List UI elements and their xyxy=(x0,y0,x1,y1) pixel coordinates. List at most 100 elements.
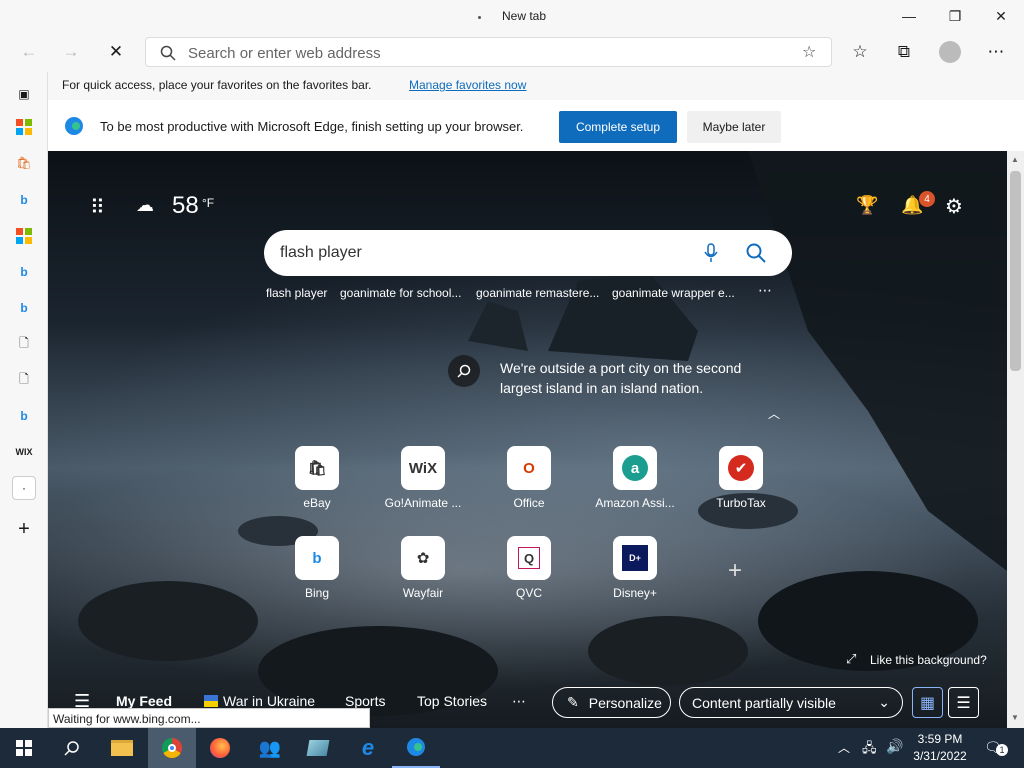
collections-button[interactable]: ⧉ xyxy=(889,38,919,66)
volume-icon[interactable]: 🔊 xyxy=(886,738,903,755)
weather-temperature[interactable]: 58 xyxy=(172,192,199,220)
personalize-button[interactable]: ✎ Personalize xyxy=(552,687,671,718)
search-suggestion[interactable]: goanimate for school... xyxy=(340,286,461,300)
bing-icon[interactable]: b xyxy=(12,296,36,320)
shortcut-tile[interactable]: Q QVC xyxy=(483,536,575,616)
loading-dot-icon xyxy=(478,16,481,19)
office-icon: O xyxy=(507,446,551,490)
apps-grid-icon[interactable]: ⠿ xyxy=(90,195,105,220)
shortcut-tile[interactable]: ✔ TurboTax xyxy=(695,446,787,526)
stop-loading-button[interactable]: ✕ xyxy=(101,38,131,66)
restore-button[interactable]: ❐ xyxy=(932,0,978,32)
amazon-icon: a xyxy=(613,446,657,490)
search-icon[interactable] xyxy=(48,728,96,768)
bing-icon[interactable]: b xyxy=(12,188,36,212)
search-suggestion[interactable]: goanimate remastere... xyxy=(476,286,599,300)
ukraine-flag-icon xyxy=(204,695,218,707)
shortcut-label: Amazon Assi... xyxy=(595,496,675,510)
tab-sports[interactable]: Sports xyxy=(345,693,385,709)
content-visibility-dropdown[interactable]: Content partially visible ⌄ xyxy=(679,687,903,718)
favorites-button[interactable]: ☆ xyxy=(845,38,875,66)
people-icon[interactable]: 👥 xyxy=(246,728,294,768)
search-suggestion[interactable]: goanimate wrapper e... xyxy=(612,286,735,300)
start-button[interactable] xyxy=(0,728,48,768)
shortcut-tile[interactable]: a Amazon Assi... xyxy=(589,446,681,526)
bing-icon[interactable]: b xyxy=(12,404,36,428)
microsoft-icon[interactable] xyxy=(12,115,36,139)
search-submit-icon[interactable] xyxy=(746,243,766,263)
firefox-icon[interactable] xyxy=(196,728,244,768)
add-shortcut-icon[interactable]: + xyxy=(728,557,742,585)
tab-top-stories[interactable]: Top Stories xyxy=(417,693,487,709)
list-layout-icon[interactable]: ☰ xyxy=(948,687,979,718)
shortcut-label: Bing xyxy=(304,586,330,600)
taskbar: 👥 e ︿ 🖧 🔊 3:59 PM 3/31/2022 🗨 1 xyxy=(0,728,1024,768)
clock-date[interactable]: 3/31/2022 xyxy=(910,749,970,763)
microsoft-icon[interactable] xyxy=(12,224,36,248)
add-icon[interactable]: + xyxy=(12,517,36,541)
tab-my-feed[interactable]: My Feed xyxy=(116,693,172,709)
grid-layout-icon[interactable]: ▦ xyxy=(912,687,943,718)
search-input[interactable]: flash player xyxy=(280,244,362,262)
search-suggestion[interactable]: flash player xyxy=(266,286,327,300)
shortcut-label: Go!Animate ... xyxy=(384,496,462,510)
page-icon[interactable]: 🗋 xyxy=(12,368,36,392)
address-input[interactable]: Search or enter web address xyxy=(188,45,381,62)
wix-icon[interactable]: WIX xyxy=(12,440,36,464)
setup-message: To be most productive with Microsoft Edg… xyxy=(100,119,524,134)
network-icon[interactable]: 🖧 xyxy=(862,739,877,761)
scrollbar-thumb[interactable] xyxy=(1010,171,1021,371)
close-button[interactable]: ✕ xyxy=(978,0,1024,32)
like-background-link[interactable]: Like this background? xyxy=(870,653,987,667)
disney-icon: D+ xyxy=(613,536,657,580)
app-icon[interactable] xyxy=(294,728,342,768)
scroll-up-icon[interactable]: ▲ xyxy=(1011,155,1019,164)
chrome-icon[interactable] xyxy=(148,728,196,768)
shopping-bag-icon[interactable]: 🛍 xyxy=(12,151,36,175)
tab-war-in-ukraine[interactable]: War in Ukraine xyxy=(223,693,315,709)
collapse-chevron-icon[interactable]: ︿ xyxy=(768,405,780,422)
expand-icon[interactable]: ⤢ xyxy=(846,651,856,667)
settings-gear-icon[interactable]: ⚙ xyxy=(945,194,963,219)
forward-button[interactable]: → xyxy=(56,38,86,66)
internet-explorer-icon[interactable]: e xyxy=(344,728,392,768)
page-icon[interactable]: 🗋 xyxy=(12,332,36,356)
back-button[interactable]: ← xyxy=(14,38,44,66)
tab-title[interactable]: New tab xyxy=(502,9,546,23)
edge-icon[interactable] xyxy=(392,728,440,768)
active-page-icon[interactable]: · xyxy=(12,476,36,500)
more-tabs-icon[interactable]: ⋯ xyxy=(512,693,526,710)
search-icon xyxy=(160,45,176,61)
rewards-trophy-icon[interactable]: 🏆 xyxy=(856,195,878,216)
scrollbar[interactable]: ▲ ▼ xyxy=(1007,151,1024,728)
shortcut-tile[interactable]: D+ Disney+ xyxy=(589,536,681,616)
qvc-icon: Q xyxy=(507,536,551,580)
shortcut-tile[interactable]: ✿ Wayfair xyxy=(377,536,469,616)
manage-favorites-link[interactable]: Manage favorites now xyxy=(409,78,526,92)
address-bar[interactable]: Search or enter web address ☆ xyxy=(145,37,832,67)
background-caption[interactable]: We're outside a port city on the second … xyxy=(500,358,760,398)
more-suggestions-icon[interactable]: ⋯ xyxy=(758,282,772,299)
shortcut-tile[interactable]: O Office xyxy=(483,446,575,526)
add-favorite-icon[interactable]: ☆ xyxy=(802,42,816,62)
clock-time[interactable]: 3:59 PM xyxy=(912,732,968,746)
maybe-later-button[interactable]: Maybe later xyxy=(687,111,781,143)
scroll-down-icon[interactable]: ▼ xyxy=(1011,713,1019,722)
shortcut-tile[interactable]: WiX Go!Animate ... xyxy=(377,446,469,526)
ebay-bag-icon: 🛍 xyxy=(295,446,339,490)
complete-setup-button[interactable]: Complete setup xyxy=(559,111,677,143)
minimize-button[interactable]: — xyxy=(886,0,932,32)
web-search-box[interactable]: flash player xyxy=(264,230,792,276)
image-search-icon[interactable] xyxy=(448,355,480,387)
bing-icon[interactable]: b xyxy=(12,260,36,284)
shortcut-tile[interactable]: 🛍 eBay xyxy=(271,446,363,526)
title-bar: New tab — ❐ ✕ xyxy=(0,0,1024,32)
shortcut-tile[interactable]: b Bing xyxy=(271,536,363,616)
more-options-button[interactable]: ⋯ xyxy=(981,38,1011,66)
tab-actions-icon[interactable]: ▣ xyxy=(12,82,36,106)
profile-avatar[interactable] xyxy=(939,41,961,63)
favorites-bar: For quick access, place your favorites o… xyxy=(48,72,1024,97)
tray-chevron-up-icon[interactable]: ︿ xyxy=(838,739,850,756)
microphone-icon[interactable] xyxy=(704,243,718,263)
file-explorer-icon[interactable] xyxy=(98,728,146,768)
